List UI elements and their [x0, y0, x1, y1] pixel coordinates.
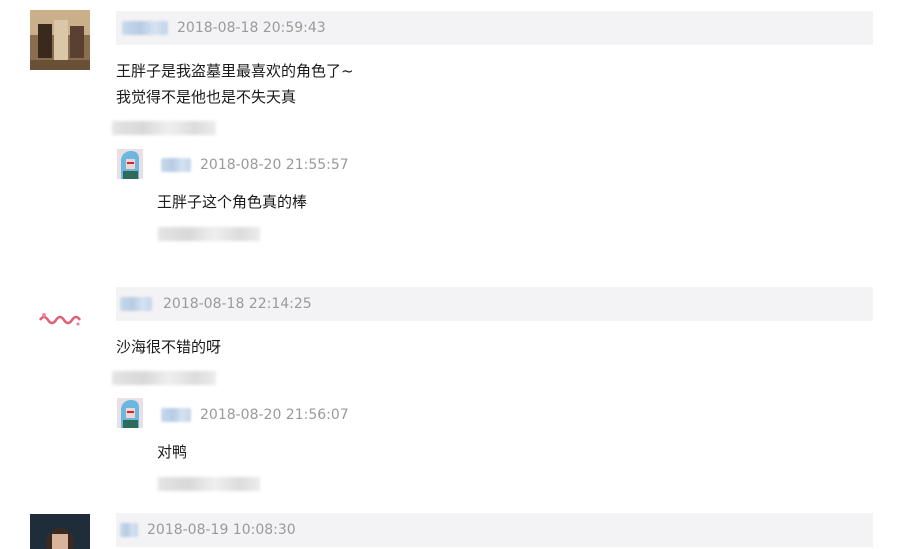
reply-actions-blurred[interactable]: [158, 227, 260, 241]
reply-timestamp: 2018-08-20 21:55:57: [200, 157, 349, 173]
comment-actions-blurred[interactable]: [112, 121, 216, 135]
reply-timestamp: 2018-08-20 21:56:07: [200, 407, 349, 423]
avatar[interactable]: [30, 290, 90, 350]
username-blurred[interactable]: [120, 297, 152, 311]
comment-text-line: 我觉得不是他也是不失天真: [116, 88, 297, 106]
reply-text: 对鸭: [157, 443, 188, 461]
reply-username-blurred[interactable]: [161, 158, 191, 172]
username-blurred[interactable]: [122, 21, 168, 35]
reply-avatar-image: [117, 149, 143, 179]
reply-actions-blurred[interactable]: [158, 477, 260, 491]
comment-timestamp: 2018-08-19 10:08:30: [147, 522, 296, 538]
reply-avatar[interactable]: [117, 398, 143, 428]
comment-text-line: 沙海很不错的呀: [116, 338, 222, 356]
avatar-image: [30, 10, 90, 70]
reply-avatar[interactable]: [117, 149, 143, 179]
comment-timestamp: 2018-08-18 22:14:25: [163, 296, 312, 312]
avatar-image: [30, 290, 90, 350]
comment-actions-blurred[interactable]: [112, 371, 216, 385]
reply-username-blurred[interactable]: [161, 408, 191, 422]
avatar[interactable]: [30, 10, 90, 70]
reply-avatar-image: [117, 398, 143, 428]
comment-text-line: 王胖子是我盗墓里最喜欢的角色了~: [116, 62, 354, 80]
avatar-image: [30, 514, 90, 549]
username-blurred[interactable]: [120, 523, 138, 537]
reply-text: 王胖子这个角色真的棒: [157, 193, 308, 211]
avatar[interactable]: [30, 514, 90, 549]
comment-timestamp: 2018-08-18 20:59:43: [177, 20, 326, 36]
